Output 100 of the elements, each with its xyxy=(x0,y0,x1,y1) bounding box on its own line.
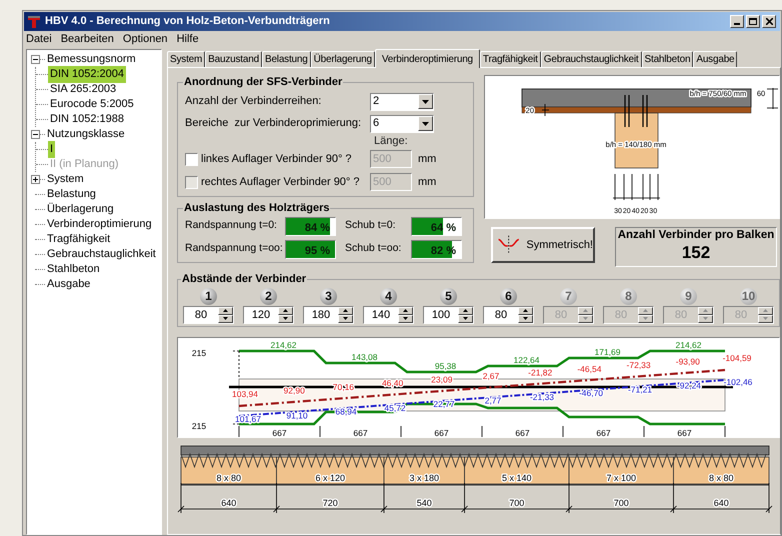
spacing-spinner[interactable]: 180 xyxy=(303,306,354,324)
spin-up-button[interactable] xyxy=(218,306,233,314)
tab[interactable]: Ausgabe xyxy=(693,51,738,67)
tab[interactable]: Stahlbeton xyxy=(642,51,694,67)
maximize-button[interactable] xyxy=(746,15,760,28)
number-badge: 10 xyxy=(740,288,757,304)
tree-item[interactable]: Verbinderoptimierung xyxy=(46,216,153,233)
spin-up-button[interactable] xyxy=(398,306,413,314)
tree-item[interactable]: Nutzungsklasse xyxy=(46,126,126,143)
tree-item[interactable]: Gebrauchstauglichkeit xyxy=(46,246,157,263)
number-badge: 1 xyxy=(200,288,217,304)
tree-item[interactable]: Tragfähigkeit xyxy=(46,231,112,248)
dropdown[interactable]: 6 xyxy=(370,114,434,132)
up-arrow-icon xyxy=(283,309,288,312)
tree-item[interactable]: I xyxy=(48,141,56,158)
tab[interactable]: Belastung xyxy=(262,51,311,67)
down-arrow-icon xyxy=(223,317,228,320)
tree-item[interactable]: DIN 1052:1988 xyxy=(48,111,126,128)
spacing-spinner[interactable]: 80 xyxy=(183,306,234,324)
value-label: 68,94 xyxy=(335,406,357,417)
close-button[interactable] xyxy=(762,15,776,28)
up-arrow-icon xyxy=(523,309,528,312)
down-arrow-icon xyxy=(583,317,588,320)
menu-item[interactable]: Bearbeiten xyxy=(60,31,114,48)
spin-down-button[interactable] xyxy=(338,314,353,322)
tree-item[interactable]: Belastung xyxy=(46,186,97,203)
up-arrow-icon xyxy=(583,309,588,312)
segment-label: 667 xyxy=(434,428,449,437)
value-label: 103,94 xyxy=(232,389,258,399)
spacing-spinner[interactable]: 140 xyxy=(363,306,414,324)
down-arrow-icon xyxy=(283,317,288,320)
spacing-spinner[interactable]: 120 xyxy=(243,306,294,324)
minimize-icon xyxy=(734,23,740,25)
menu-item[interactable]: Hilfe xyxy=(176,31,199,48)
unit-label: mm xyxy=(418,174,436,190)
value-label: 2,77 xyxy=(484,396,502,406)
meter-label: Schub t=oo: xyxy=(345,241,402,256)
minimize-button[interactable] xyxy=(730,15,744,28)
up-arrow-icon xyxy=(403,309,408,312)
dimension-label: 700 xyxy=(614,498,629,508)
dimension-label: 720 xyxy=(322,498,338,508)
tab[interactable]: Überlagerung xyxy=(310,51,375,67)
window-title: HBV 4.0 - Berechnung von Holz-Beton-Verbundträgern xyxy=(45,14,330,30)
field-label: Bereiche zur Verbinderoprimierung: xyxy=(185,116,362,132)
group-title: Anordnung der SFS-Verbinder xyxy=(183,75,344,90)
spin-down-button[interactable] xyxy=(398,314,413,322)
menu-item[interactable]: Optionen xyxy=(122,31,168,48)
caret-icon xyxy=(422,122,429,126)
tab[interactable]: Gebrauchstauglichkeit xyxy=(540,51,642,67)
tree-item[interactable]: Bemessungsnorm xyxy=(46,51,137,68)
menu-item[interactable]: Datei xyxy=(26,31,52,48)
checkbox[interactable] xyxy=(185,152,198,166)
tab[interactable]: Bauzustand xyxy=(205,51,262,67)
app-logo-icon xyxy=(27,14,41,28)
tab[interactable]: System xyxy=(167,51,206,67)
segment-label: 667 xyxy=(596,428,611,437)
spacing-spinner[interactable]: 100 xyxy=(423,306,474,324)
segment-label: 8 x 80 xyxy=(708,473,734,483)
tab[interactable]: Tragfähigkeit xyxy=(480,51,541,67)
down-arrow-icon xyxy=(343,317,348,320)
axis-label: 215 xyxy=(192,348,206,358)
segment-label: 667 xyxy=(353,428,368,437)
tree-item[interactable]: Eurocode 5:2005 xyxy=(48,96,136,113)
spin-down-button[interactable] xyxy=(278,314,293,322)
tree-item[interactable]: Ausgabe xyxy=(46,276,92,293)
spin-up-button[interactable] xyxy=(338,306,353,314)
tree-item[interactable]: DIN 1052:2004 xyxy=(48,66,126,83)
field-label: Anzahl der Verbinderreihen: xyxy=(185,94,322,110)
checkbox-label: rechtes Auflager Verbinder 90° ? xyxy=(201,174,361,190)
value-label: 92,90 xyxy=(284,385,305,396)
value-label: -46,70 xyxy=(578,388,604,398)
dimension-label: 640 xyxy=(221,498,236,508)
value-label: 143,08 xyxy=(352,352,378,362)
tree-item[interactable]: System xyxy=(46,171,85,188)
tab[interactable]: Verbinderoptimierung xyxy=(374,49,480,68)
spin-up-button[interactable] xyxy=(278,306,293,314)
down-arrow-icon xyxy=(463,317,468,320)
spin-down-button[interactable] xyxy=(458,314,473,322)
spin-up-button[interactable] xyxy=(518,306,533,314)
number-badge: 5 xyxy=(440,288,457,304)
tree-item[interactable]: SIA 265:2003 xyxy=(48,81,118,98)
meter-reading: 64 % xyxy=(430,220,456,236)
number-badge: 9 xyxy=(680,288,697,304)
down-arrow-icon xyxy=(703,317,708,320)
spin-down-button[interactable] xyxy=(218,314,233,322)
symmetric-button[interactable]: Symmetrisch! xyxy=(491,227,595,263)
number-badge: 3 xyxy=(320,288,337,304)
up-arrow-icon xyxy=(643,309,648,312)
dropdown[interactable]: 2 xyxy=(370,92,434,110)
tree-item[interactable]: Überlagerung xyxy=(46,201,115,218)
group-title: Auslastung des Holzträgers xyxy=(183,201,330,216)
up-arrow-icon xyxy=(703,309,708,312)
spacing-spinner[interactable]: 80 xyxy=(483,306,534,324)
value-label: -104,59 xyxy=(722,353,752,363)
value-label: 171,69 xyxy=(594,347,620,357)
value-label: -102,46 xyxy=(724,377,752,387)
tree-item[interactable]: Stahlbeton xyxy=(46,261,101,278)
spin-up-button[interactable] xyxy=(458,306,473,314)
spin-down-button[interactable] xyxy=(518,314,533,322)
up-arrow-icon xyxy=(343,309,348,312)
